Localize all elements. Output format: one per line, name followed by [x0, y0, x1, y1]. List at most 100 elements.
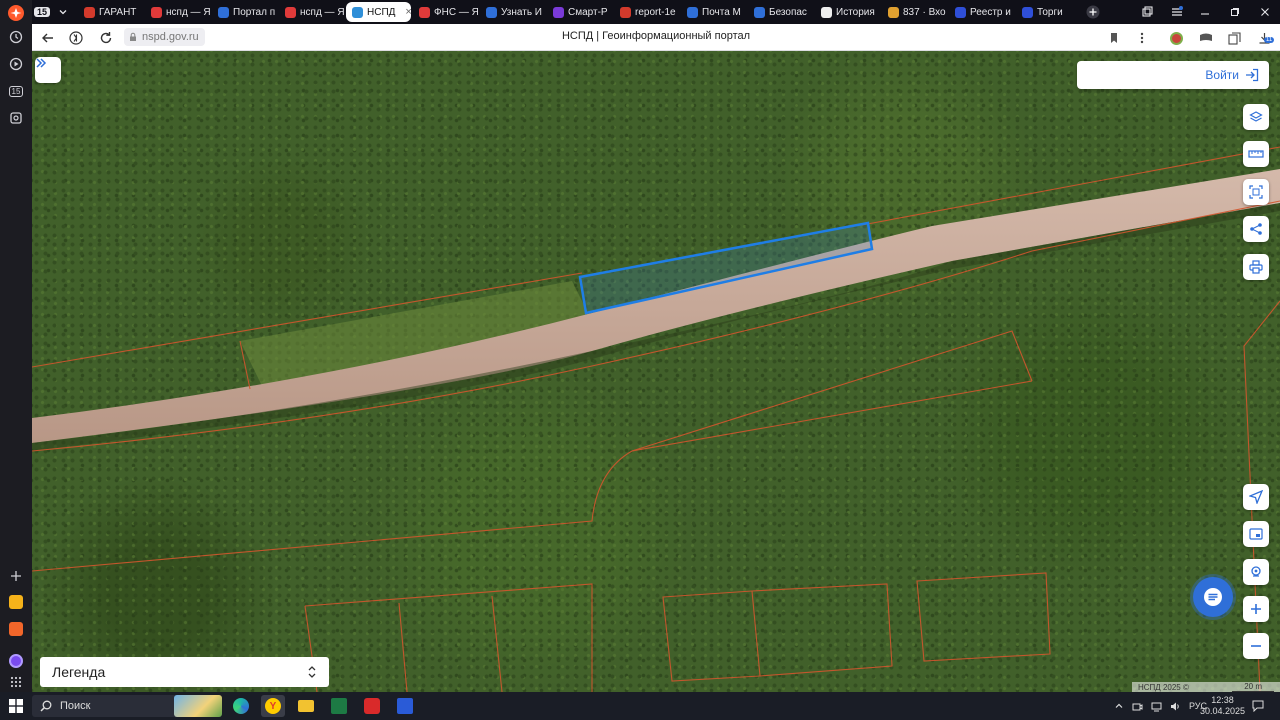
- word-icon: [397, 698, 413, 714]
- tab-label: Портал п: [233, 6, 276, 18]
- tab-label: Безопас: [769, 6, 807, 18]
- browser-tab[interactable]: Узнать И: [480, 2, 545, 22]
- minimap-button[interactable]: [1243, 521, 1269, 547]
- play-icon[interactable]: [6, 54, 26, 74]
- volume-icon[interactable]: [1170, 701, 1181, 712]
- reload-button[interactable]: [96, 28, 116, 48]
- layers-button[interactable]: [1243, 104, 1269, 130]
- browser-tab[interactable]: Реестр и: [949, 2, 1014, 22]
- zoom-out-button[interactable]: [1243, 633, 1269, 659]
- tab-favicon-icon: [620, 6, 631, 18]
- tab-favicon-icon: [218, 6, 229, 18]
- history-icon[interactable]: [6, 27, 26, 47]
- tab-favicon-icon: [419, 6, 430, 18]
- downloads-icon[interactable]: 11: [1254, 28, 1275, 48]
- network-icon[interactable]: [1151, 701, 1162, 712]
- file-explorer-app[interactable]: [294, 695, 318, 717]
- yandex-browser-logo-icon[interactable]: [6, 3, 26, 23]
- zoom-in-button[interactable]: [1243, 596, 1269, 622]
- chat-button[interactable]: [1193, 577, 1233, 617]
- yandex-browser-app[interactable]: Y: [261, 695, 285, 717]
- page-title: НСПД | Геоинформационный портал: [561, 30, 751, 42]
- browser-tab[interactable]: НСПД ×: [346, 2, 411, 22]
- locate-me-button[interactable]: [1243, 484, 1269, 510]
- tab-label: Смарт-Р: [568, 6, 608, 18]
- excel-app[interactable]: [327, 695, 351, 717]
- browser-tab[interactable]: ГАРАНТ: [78, 2, 143, 22]
- browser-tab[interactable]: Портал п: [212, 2, 277, 22]
- map-overlay: [32, 146, 1280, 692]
- folder-icon: [298, 700, 314, 712]
- notes-app-icon[interactable]: [6, 592, 26, 612]
- word-app[interactable]: [393, 695, 417, 717]
- login-button[interactable]: Войти: [1077, 61, 1269, 89]
- extension-icon[interactable]: [1166, 28, 1186, 48]
- browser-tab[interactable]: ФНС — Я: [413, 2, 478, 22]
- minimize-window-button[interactable]: [1196, 2, 1214, 22]
- geo-search-button[interactable]: [1243, 559, 1269, 585]
- taskbar: Поиск Y РУС 12:38 30.04.2025: [0, 692, 1280, 720]
- tab-favicon-icon: [151, 6, 162, 18]
- back-button[interactable]: [38, 28, 58, 48]
- collections-panel-icon[interactable]: [1224, 28, 1244, 48]
- close-window-button[interactable]: [1256, 2, 1274, 22]
- alice-assistant-icon[interactable]: [6, 651, 26, 671]
- pdf-app[interactable]: [360, 695, 384, 717]
- ruler-button[interactable]: [1243, 141, 1269, 167]
- tab-favicon-icon: [352, 6, 363, 18]
- browser-tab[interactable]: Почта М: [681, 2, 746, 22]
- tab-favicon-icon: [84, 6, 95, 18]
- meet-now-icon[interactable]: [1132, 701, 1143, 712]
- expand-panel-button[interactable]: [35, 57, 61, 83]
- clock[interactable]: 12:38 30.04.2025: [1200, 692, 1245, 720]
- notifications-button[interactable]: [1252, 692, 1264, 720]
- navigation-arrow-icon: [1249, 490, 1263, 504]
- menu-icon[interactable]: [1168, 2, 1186, 22]
- taskbar-search[interactable]: Поиск: [32, 695, 222, 717]
- print-button[interactable]: [1243, 254, 1269, 280]
- mail-app-icon[interactable]: [6, 619, 26, 639]
- browser-tab[interactable]: Безопас: [748, 2, 813, 22]
- url-field[interactable]: nspd.gov.ru: [124, 28, 205, 46]
- yandex-home-button[interactable]: [66, 28, 86, 48]
- search-highlight-image: [174, 695, 222, 717]
- calendar-badge-icon[interactable]: 15: [6, 81, 26, 101]
- browser-tab[interactable]: Смарт-Р: [547, 2, 612, 22]
- browser-tab[interactable]: Торги: [1016, 2, 1081, 22]
- restore-window-button[interactable]: [1226, 2, 1244, 22]
- bookmark-icon[interactable]: [1104, 28, 1124, 48]
- area-select-button[interactable]: [1243, 179, 1269, 205]
- edge-app[interactable]: [229, 695, 253, 717]
- browser-tab[interactable]: 837 · Вхо: [882, 2, 947, 22]
- lock-icon: [130, 32, 136, 41]
- layers-icon: [1249, 111, 1263, 122]
- page-menu-icon[interactable]: [1132, 28, 1152, 48]
- tab-favicon-icon: [955, 6, 966, 18]
- screenshot-icon[interactable]: [6, 108, 26, 128]
- browser-tab[interactable]: нспд — Я: [145, 2, 210, 22]
- dirt-road: [32, 169, 1280, 443]
- apps-grid-icon[interactable]: [6, 672, 26, 692]
- tab-label: НСПД: [367, 6, 396, 18]
- chevron-up-icon[interactable]: [1114, 701, 1124, 711]
- tabs-dropdown-icon[interactable]: [54, 2, 72, 22]
- tab-count-badge[interactable]: 15: [32, 2, 52, 22]
- map-canvas[interactable]: [32, 51, 1280, 692]
- area-select-icon: [1249, 185, 1263, 199]
- system-tray: РУС: [1114, 692, 1207, 720]
- edge-icon: [233, 698, 249, 714]
- add-panel-icon[interactable]: [6, 566, 26, 586]
- browser-tab[interactable]: История: [815, 2, 880, 22]
- tab-label: нспд — Я: [166, 6, 210, 18]
- tab-label: Почта М: [702, 6, 741, 18]
- ruler-icon: [1248, 150, 1264, 158]
- share-button[interactable]: [1243, 216, 1269, 242]
- close-tab-icon[interactable]: ×: [405, 6, 411, 18]
- browser-tab[interactable]: report-1e: [614, 2, 679, 22]
- collections-icon[interactable]: [1138, 2, 1156, 22]
- browser-tab[interactable]: нспд — Я: [279, 2, 344, 22]
- new-tab-button[interactable]: [1084, 2, 1102, 22]
- legend-panel[interactable]: Легенда: [40, 657, 329, 687]
- reading-mode-icon[interactable]: [1196, 28, 1216, 48]
- windows-start-button[interactable]: [4, 695, 28, 717]
